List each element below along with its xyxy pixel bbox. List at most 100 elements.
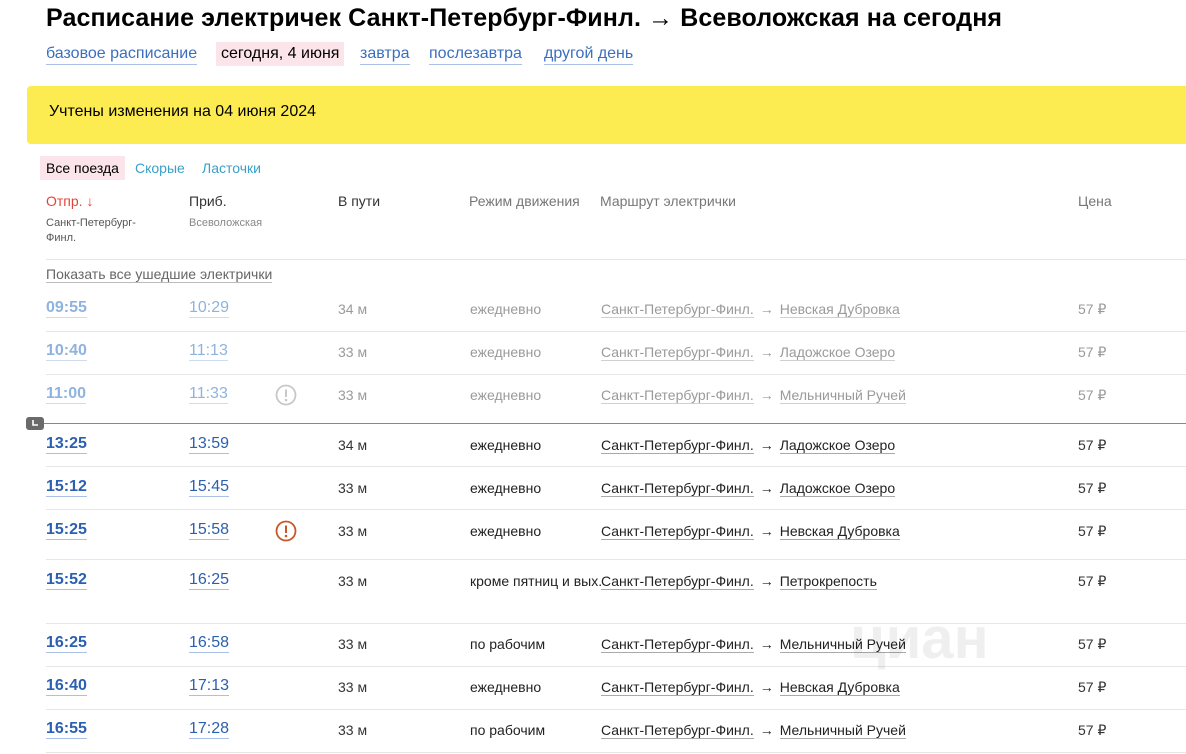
route-destination-link[interactable]: Петрокрепость	[779, 573, 877, 590]
travel-duration: 33 м	[338, 573, 368, 589]
arrival-time-link[interactable]: 11:33	[189, 385, 228, 404]
arrival-time-link[interactable]: 16:58	[189, 634, 230, 653]
departure-time-link[interactable]: 13:25	[46, 435, 87, 454]
arrival-time-link[interactable]: 15:45	[189, 478, 230, 497]
day-after-tomorrow-link[interactable]: послезавтра	[429, 44, 522, 65]
col-arr[interactable]: Приб.	[189, 193, 227, 209]
route-destination-link[interactable]: Невская Дубровка	[779, 679, 900, 696]
route-destination-link[interactable]: Невская Дубровка	[779, 523, 900, 540]
page-title: Расписание электричек Санкт-Петербург-Фи…	[46, 4, 1003, 32]
arrival-time-link[interactable]: 17:13	[189, 677, 230, 696]
filter-lastochki[interactable]: Ласточки	[202, 159, 261, 177]
train-row[interactable]: 11:00 11:33 33 м ежедневно Санкт-Петербург-Ф…	[0, 384, 1186, 417]
route-arrow-icon: →	[759, 344, 774, 360]
ticket-price: 57 ₽	[1078, 344, 1107, 360]
route-origin-link[interactable]: Санкт-Петербург-Финл.	[601, 679, 754, 696]
schedule-mode: ежедневно	[470, 523, 542, 539]
row-divider	[46, 559, 1186, 560]
route: Санкт-Петербург-Финл. → Невская Дубровка	[601, 523, 900, 540]
arrival-time-link[interactable]: 11:13	[189, 342, 228, 361]
col-dep-sort[interactable]: Отпр. ↓	[46, 193, 93, 209]
other-day-link[interactable]: другой день	[544, 44, 634, 65]
departure-time-link[interactable]: 15:25	[46, 521, 87, 540]
route-origin-link[interactable]: Санкт-Петербург-Финл.	[601, 387, 754, 404]
ticket-price: 57 ₽	[1078, 636, 1107, 652]
schedule-mode: кроме пятниц и вых.	[470, 573, 603, 589]
route: Санкт-Петербург-Финл. → Невская Дубровка	[601, 301, 900, 318]
arrival-time-link[interactable]: 15:58	[189, 521, 230, 540]
route-destination-link[interactable]: Мельничный Ручей	[779, 722, 906, 739]
schedule-mode: ежедневно	[470, 344, 542, 360]
route-arrow-icon: →	[759, 387, 774, 403]
route-origin-link[interactable]: Санкт-Петербург-Финл.	[601, 722, 754, 739]
travel-duration: 33 м	[338, 480, 368, 496]
header-divider	[46, 259, 1186, 260]
departure-time-link[interactable]: 16:55	[46, 720, 87, 739]
route-origin-link[interactable]: Санкт-Петербург-Финл.	[601, 437, 754, 454]
warning-circle-icon[interactable]	[275, 384, 297, 406]
schedule-mode: по рабочим	[470, 722, 546, 738]
travel-duration: 33 м	[338, 636, 368, 652]
current-time-line	[30, 423, 1186, 424]
route-origin-link[interactable]: Санкт-Петербург-Финл.	[601, 301, 754, 318]
col-duration: В пути	[338, 193, 381, 209]
schedule-mode: ежедневно	[470, 679, 542, 695]
departure-time-link[interactable]: 16:25	[46, 634, 87, 653]
day-today-current: сегодня, 4 июня	[216, 42, 345, 66]
filter-all-trains[interactable]: Все поезда	[40, 156, 125, 180]
changes-notice: Учтены изменения на 04 июня 2024	[27, 86, 1186, 144]
row-divider	[46, 331, 1186, 332]
departure-time-link[interactable]: 09:55	[46, 299, 87, 318]
col-arr-station: Всеволожская	[189, 217, 263, 229]
travel-duration: 33 м	[338, 344, 368, 360]
route-destination-link[interactable]: Ладожское Озеро	[779, 437, 896, 454]
train-row[interactable]: 15:12 15:45 33 м ежедневно Санкт-Петербург-Ф…	[0, 478, 1186, 510]
departure-time-link[interactable]: 15:52	[46, 571, 87, 590]
route-arrow-icon: →	[759, 437, 774, 453]
route-origin-link[interactable]: Санкт-Петербург-Финл.	[601, 636, 754, 653]
clock-marker-icon	[26, 417, 44, 430]
base-schedule-link[interactable]: базовое расписание	[46, 44, 198, 65]
arrival-time-link[interactable]: 17:28	[189, 720, 230, 739]
arrival-time-link[interactable]: 13:59	[189, 435, 230, 454]
changes-notice-text: Учтены изменения на 04 июня 2024	[49, 103, 317, 120]
departure-time-link[interactable]: 10:40	[46, 342, 87, 361]
route-arrow-icon: →	[759, 573, 774, 589]
arrival-time-link[interactable]: 10:29	[189, 299, 230, 318]
train-row[interactable]: 13:25 13:59 34 м ежедневно Санкт-Петербург-Ф…	[0, 435, 1186, 467]
departure-time-link[interactable]: 11:00	[46, 385, 87, 404]
filter-fast[interactable]: Скорые	[135, 159, 185, 177]
route-arrow-icon: →	[759, 480, 774, 496]
train-row[interactable]: 10:40 11:13 33 м ежедневно Санкт-Петербург-Ф…	[0, 342, 1186, 374]
route: Санкт-Петербург-Финл. → Ладожское Озеро	[601, 437, 896, 454]
route-arrow-icon: →	[759, 679, 774, 695]
route-destination-link[interactable]: Невская Дубровка	[779, 301, 900, 318]
departure-time-link[interactable]: 16:40	[46, 677, 87, 696]
day-tomorrow-link[interactable]: завтра	[360, 44, 410, 65]
route-origin-link[interactable]: Санкт-Петербург-Финл.	[601, 480, 754, 497]
route-destination-link[interactable]: Ладожское Озеро	[779, 480, 896, 497]
train-row[interactable]: 09:55 10:29 34 м ежедневно Санкт-Петербург-Ф…	[0, 299, 1186, 331]
train-row[interactable]: 16:55 17:28 33 м по рабочим Санкт-Петербург-…	[0, 720, 1186, 752]
route-origin-link[interactable]: Санкт-Петербург-Финл.	[601, 523, 754, 540]
warning-circle-icon[interactable]	[275, 520, 297, 542]
route: Санкт-Петербург-Финл. → Петрокрепость	[601, 573, 877, 590]
schedule-mode: по рабочим	[470, 636, 546, 652]
route-arrow-icon: →	[759, 636, 774, 652]
arrival-time-link[interactable]: 16:25	[189, 571, 230, 590]
travel-duration: 33 м	[338, 523, 368, 539]
train-row[interactable]: 15:25 15:58 33 м ежедневно Санкт-Петербург-Ф…	[0, 520, 1186, 559]
row-divider	[46, 466, 1186, 467]
route-destination-link[interactable]: Мельничный Ручей	[779, 387, 906, 404]
ticket-price: 57 ₽	[1078, 387, 1107, 403]
departure-time-link[interactable]: 15:12	[46, 478, 87, 497]
route-origin-link[interactable]: Санкт-Петербург-Финл.	[601, 573, 754, 590]
row-divider	[46, 709, 1186, 710]
ticket-price: 57 ₽	[1078, 301, 1107, 317]
route: Санкт-Петербург-Финл. → Ладожское Озеро	[601, 344, 896, 361]
route-destination-link[interactable]: Ладожское Озеро	[779, 344, 896, 361]
travel-duration: 33 м	[338, 387, 368, 403]
route-origin-link[interactable]: Санкт-Петербург-Финл.	[601, 344, 754, 361]
train-row[interactable]: 16:40 17:13 33 м ежедневно Санкт-Петербург-Ф…	[0, 677, 1186, 709]
show-past-trains-link[interactable]: Показать все ушедшие электрички	[46, 266, 273, 283]
